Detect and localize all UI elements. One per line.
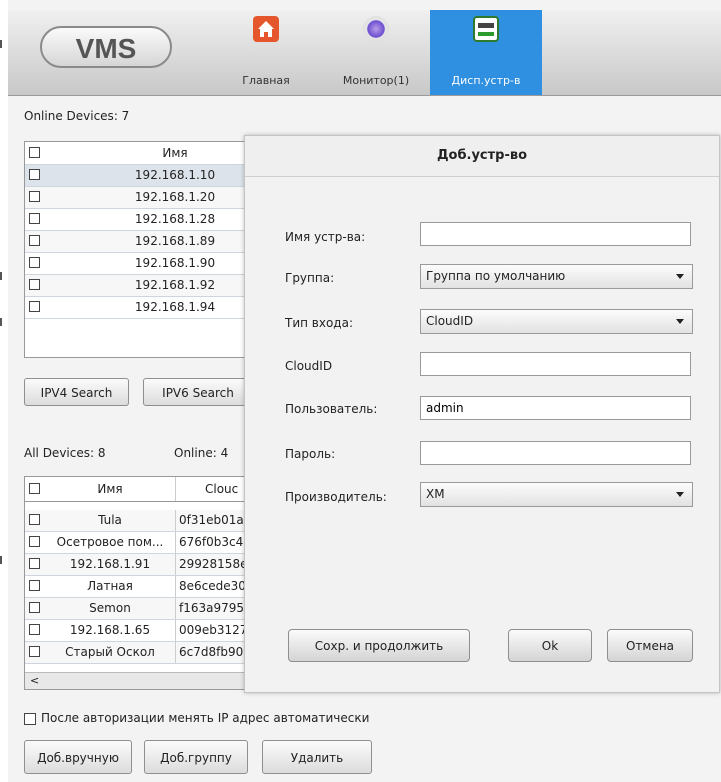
row-checkbox[interactable]	[29, 646, 40, 657]
edge-mark	[0, 556, 2, 564]
ipv4-search-button[interactable]: IPV4 Search	[24, 378, 129, 406]
group-select-value: Группа по умолчанию	[426, 269, 566, 283]
table-row[interactable]: 192.168.1.90	[25, 253, 255, 275]
table-row[interactable]: 192.168.1.91 29928158e	[25, 554, 255, 576]
scroll-left-arrow[interactable]: <	[30, 673, 39, 689]
nav-monitor-label: Монитор(1)	[342, 74, 410, 87]
nav-home[interactable]: Главная	[226, 10, 306, 95]
row-checkbox[interactable]	[29, 235, 40, 246]
device-name: Tula	[45, 510, 176, 531]
delete-button[interactable]: Удалить	[262, 740, 372, 774]
row-checkbox[interactable]	[29, 301, 40, 312]
dialog-title: Доб.устр-во	[245, 136, 719, 177]
online-devices-count: Online Devices: 7	[24, 109, 130, 123]
row-checkbox[interactable]	[29, 602, 40, 613]
cloudid-input[interactable]	[420, 352, 691, 376]
top-toolbar: VMS Главная Монитор(1) Дисп.устр-в	[8, 10, 721, 96]
nav-device-manager-label: Дисп.устр-в	[451, 74, 521, 87]
online-devices-table: Имя 192.168.1.10 192.168.1.20 192.168.1.…	[24, 141, 256, 358]
row-checkbox[interactable]	[29, 558, 40, 569]
device-name-label: Имя устр-ва:	[285, 230, 366, 244]
ipv6-search-button[interactable]: IPV6 Search	[143, 378, 253, 406]
table-row[interactable]: Латная 8e6cede30	[25, 576, 255, 598]
vendor-select[interactable]: XM	[420, 482, 693, 507]
table-row[interactable]: Осетровое пом... 676f0b3c4	[25, 532, 255, 554]
table-row[interactable]: Semon f163a9795	[25, 598, 255, 620]
login-type-select[interactable]: CloudID	[420, 309, 693, 334]
auto-ip-checkbox[interactable]	[24, 713, 36, 725]
device-name: Semon	[45, 598, 176, 619]
nav-device-manager[interactable]: Дисп.устр-в	[430, 10, 542, 95]
row-checkbox[interactable]	[29, 257, 40, 268]
table-row[interactable]: 192.168.1.20	[25, 187, 255, 209]
table-row[interactable]: Старый Оскол 6c7d8fb90	[25, 642, 255, 664]
user-input[interactable]	[420, 396, 691, 420]
add-device-dialog: Доб.устр-во Имя устр-ва: Группа: Группа …	[244, 135, 720, 693]
table-row[interactable]: 192.168.1.65 009eb3127	[25, 620, 255, 642]
device-name-input[interactable]	[420, 222, 691, 246]
table-row[interactable]: 192.168.1.10	[25, 165, 255, 187]
cloudid-label: CloudID	[285, 359, 333, 373]
login-type-select-value: CloudID	[426, 314, 474, 328]
row-checkbox[interactable]	[29, 279, 40, 290]
vms-logo: VMS	[40, 26, 172, 68]
monitor-icon	[363, 16, 389, 42]
row-checkbox[interactable]	[29, 191, 40, 202]
edge-mark	[0, 272, 2, 280]
row-checkbox[interactable]	[29, 169, 40, 180]
table-header: Имя Clouc	[25, 477, 255, 502]
select-all-checkbox[interactable]	[29, 147, 40, 158]
row-checkbox[interactable]	[29, 514, 40, 525]
row-checkbox[interactable]	[29, 536, 40, 547]
nav-home-label: Главная	[242, 74, 290, 87]
ok-button[interactable]: Ok	[508, 629, 592, 662]
select-all-checkbox[interactable]	[29, 483, 40, 494]
save-and-continue-button[interactable]: Сохр. и продолжить	[288, 629, 470, 662]
password-label: Пароль:	[285, 447, 336, 461]
edge-mark	[0, 318, 2, 326]
device-name: 192.168.1.91	[45, 554, 176, 575]
chevron-down-icon	[676, 492, 684, 497]
home-icon	[253, 16, 279, 42]
group-select[interactable]: Группа по умолчанию	[420, 264, 693, 289]
login-type-label: Тип входа:	[285, 316, 353, 330]
table-row[interactable]: 192.168.1.92	[25, 275, 255, 297]
add-manual-button[interactable]: Доб.вручную	[24, 740, 132, 774]
device-name: Старый Оскол	[45, 642, 176, 663]
vendor-select-value: XM	[426, 487, 445, 501]
chevron-down-icon	[676, 274, 684, 279]
row-checkbox[interactable]	[29, 213, 40, 224]
auto-ip-label: После авторизации менять IP адрес автома…	[41, 711, 370, 725]
row-checkbox[interactable]	[29, 624, 40, 635]
device-name: Латная	[45, 576, 176, 597]
add-group-button[interactable]: Доб.группу	[144, 740, 248, 774]
device-manager-icon	[473, 16, 499, 42]
group-label: Группа:	[285, 271, 335, 285]
all-devices-count: All Devices: 8	[24, 446, 106, 460]
all-devices-table: Имя Clouc Tula 0f31eb01a Осетровое пом...…	[24, 476, 256, 690]
table-row[interactable]: Tula 0f31eb01a	[25, 510, 255, 532]
vendor-label: Производитель:	[285, 490, 387, 504]
device-name: 192.168.1.65	[45, 620, 176, 641]
password-input[interactable]	[420, 441, 691, 465]
edge-mark	[0, 40, 2, 48]
chevron-down-icon	[676, 319, 684, 324]
device-name: Осетровое пом...	[45, 532, 176, 553]
row-checkbox[interactable]	[29, 580, 40, 591]
horizontal-scrollbar[interactable]: <	[25, 672, 255, 689]
column-header-name: Имя	[45, 477, 176, 501]
table-header: Имя	[25, 142, 255, 165]
table-row[interactable]: 192.168.1.28	[25, 209, 255, 231]
table-row[interactable]: 192.168.1.94	[25, 297, 255, 319]
online-count: Online: 4	[174, 446, 229, 460]
table-row[interactable]: 192.168.1.89	[25, 231, 255, 253]
cancel-button[interactable]: Отмена	[607, 629, 693, 662]
nav-monitor[interactable]: Монитор(1)	[326, 10, 426, 95]
user-label: Пользователь:	[285, 402, 378, 416]
